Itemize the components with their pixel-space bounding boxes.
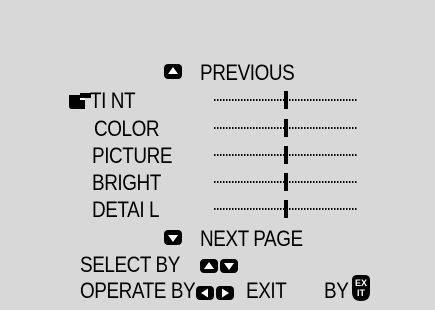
exit-by-label: BY (324, 278, 349, 303)
slider-knob[interactable] (284, 91, 288, 109)
previous-page-label[interactable]: PREVIOUS (200, 62, 295, 84)
svg-text:EX: EX (355, 278, 367, 288)
right-arrow-icon (216, 286, 234, 300)
left-arrow-icon (196, 286, 214, 300)
operate-help-label: OPERATE BY (80, 278, 196, 303)
exit-help-label: EXIT (246, 278, 287, 303)
menu-item-picture-label[interactable]: PICTURE (92, 145, 172, 167)
select-help-label: SELECT BY (80, 252, 180, 277)
up-arrow-icon[interactable] (164, 64, 182, 79)
menu-item-color-label[interactable]: COLOR (94, 118, 160, 140)
tint-slider[interactable] (214, 91, 358, 109)
slider-knob[interactable] (284, 200, 288, 218)
slider-knob[interactable] (284, 119, 288, 137)
exit-button-icon: EX IT (352, 275, 370, 301)
pointing-hand-icon (69, 93, 91, 109)
bright-slider[interactable] (214, 173, 358, 191)
down-arrow-icon[interactable] (164, 230, 182, 245)
color-slider[interactable] (214, 119, 358, 137)
down-arrow-icon (220, 259, 238, 273)
menu-item-tint-label[interactable]: TI NT (90, 90, 136, 112)
next-page-label[interactable]: NEXT PAGE (200, 228, 303, 250)
menu-item-detail-label[interactable]: DETAI L (92, 199, 160, 221)
slider-knob[interactable] (284, 173, 288, 191)
detail-slider[interactable] (214, 200, 358, 218)
tv-osd-menu: PREVIOUS TI NT COLOR PICTURE BRIGHT DETA… (0, 0, 435, 310)
slider-knob[interactable] (284, 146, 288, 164)
menu-item-bright-label[interactable]: BRIGHT (92, 172, 161, 194)
svg-text:IT: IT (357, 288, 366, 298)
picture-slider[interactable] (214, 146, 358, 164)
up-arrow-icon (200, 259, 218, 273)
